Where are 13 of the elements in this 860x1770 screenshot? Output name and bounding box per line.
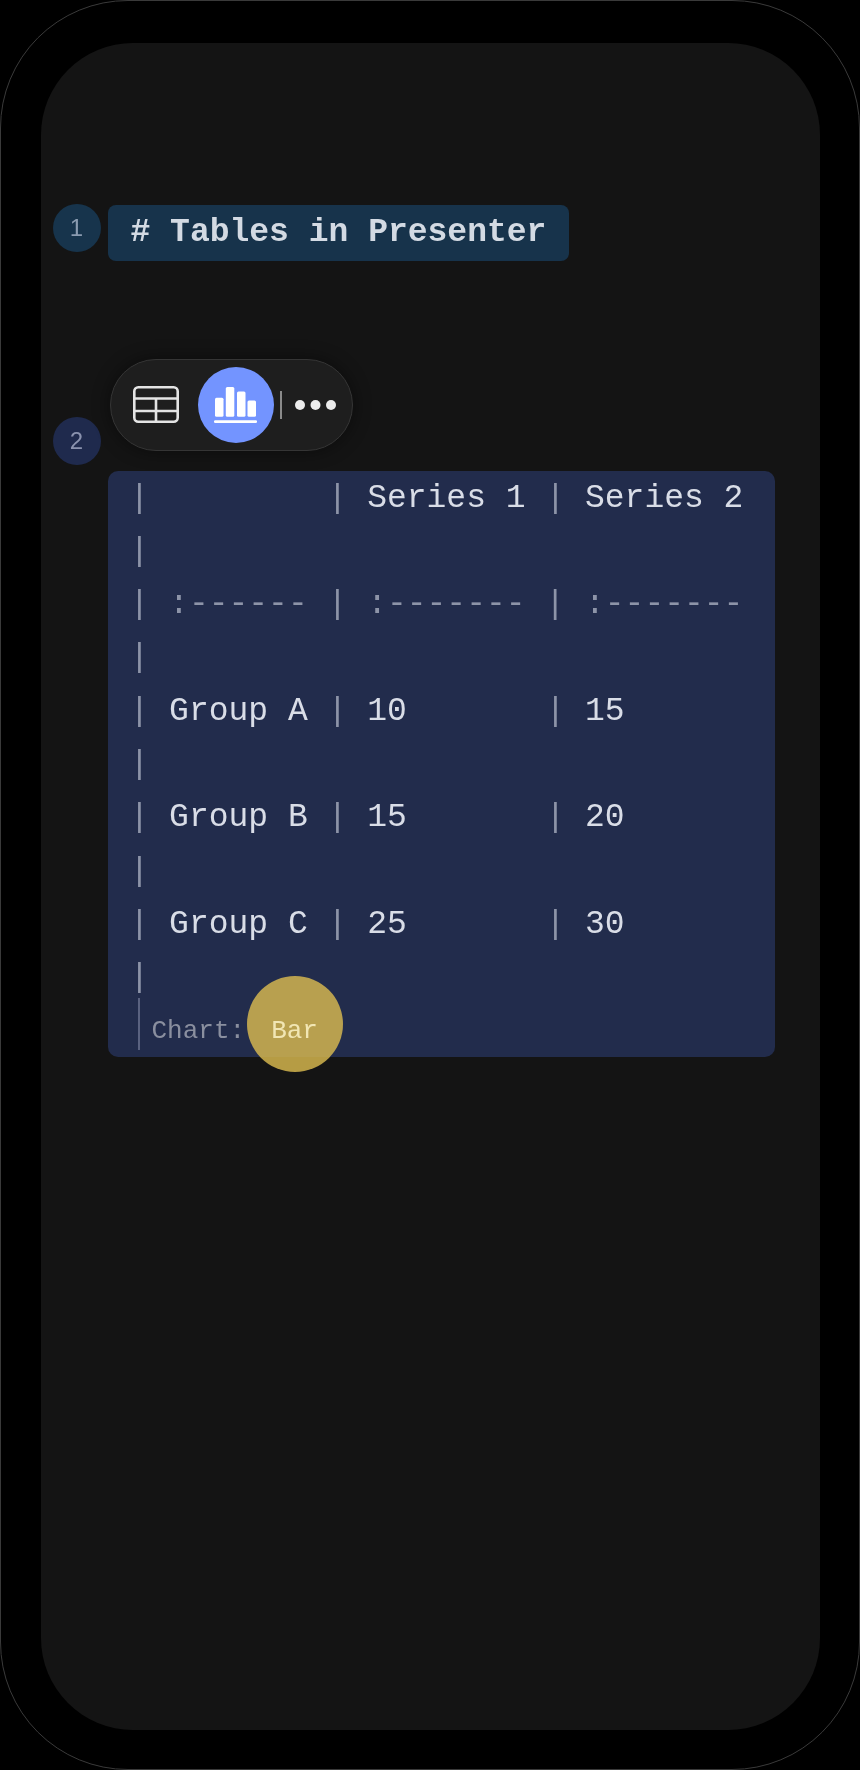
markdown-line: | | Series 1 | Series 2 |: [129, 478, 745, 572]
markdown-line: | Group B | 15 | 20 |: [129, 798, 626, 892]
heading-text: # Tables in Presenter: [107, 204, 570, 261]
block-number: 2: [52, 416, 101, 465]
markdown-line: | Group A | 10 | 15 |: [129, 691, 626, 785]
bar-chart-icon: [214, 386, 257, 423]
markdown-line: | :------ | :------- | :------- |: [129, 585, 745, 679]
block-number: 1: [52, 203, 101, 252]
markdown-line: | Group C | 25 | 30 |: [129, 904, 626, 999]
chart-type-value[interactable]: Bar: [271, 1016, 318, 1047]
chart-label: Chart:: [151, 1015, 246, 1047]
table-icon: [132, 386, 179, 423]
more-icon: [294, 399, 336, 410]
